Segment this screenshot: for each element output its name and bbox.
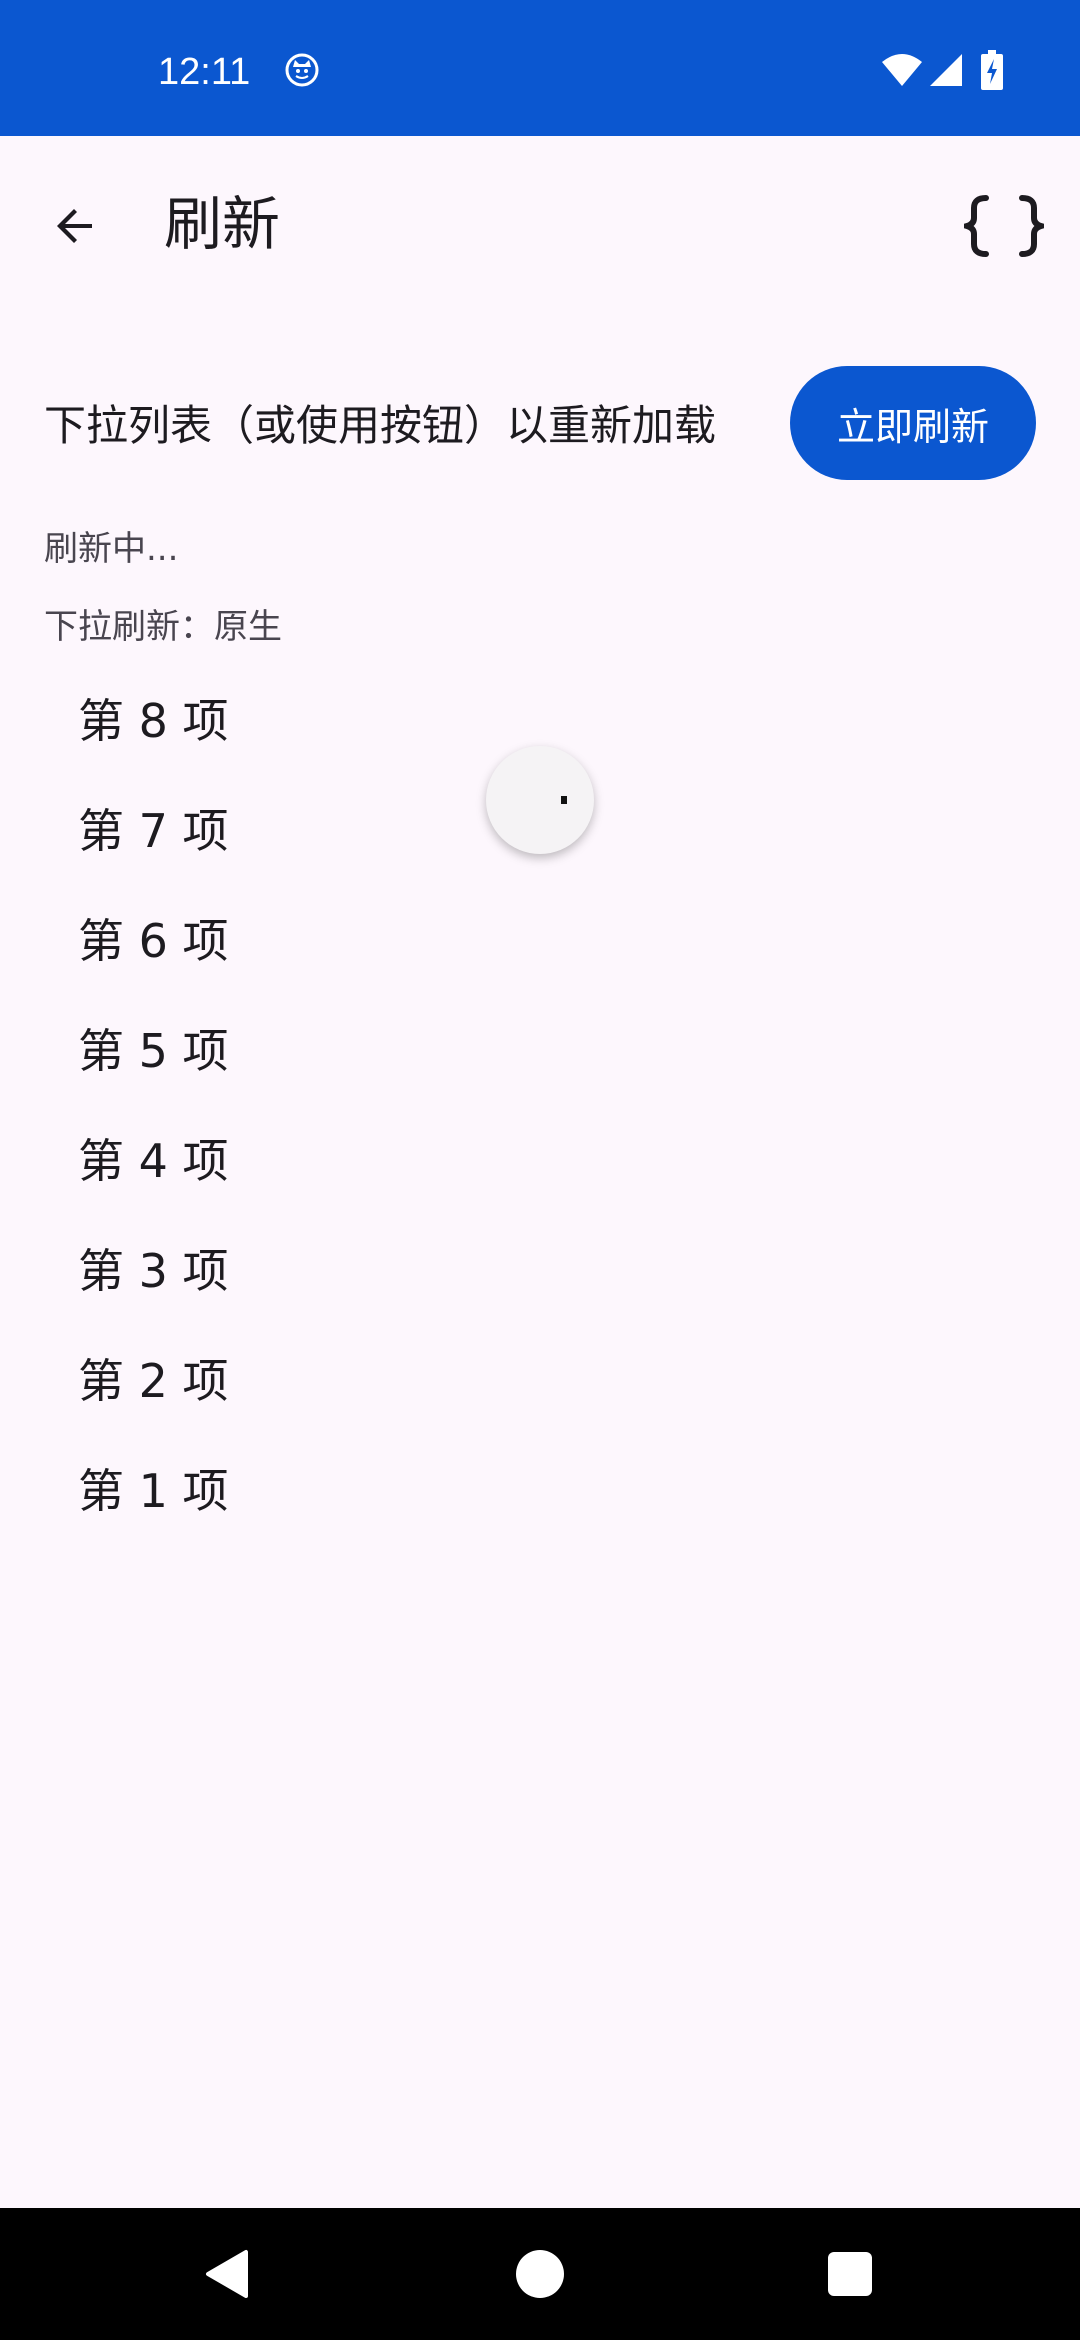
list-item[interactable]: 第 3 项 [0, 1216, 1080, 1326]
status-bar: 12:11 [0, 0, 1080, 136]
list-item[interactable]: 第 4 项 [0, 1106, 1080, 1216]
list-item[interactable]: 第 5 项 [0, 996, 1080, 1106]
top-app-bar: 刷新 [0, 136, 1080, 312]
page-title: 刷新 [164, 190, 281, 258]
nav-home-circle-icon[interactable] [516, 2250, 564, 2298]
list-item[interactable]: 第 2 项 [0, 1326, 1080, 1436]
arrow-back-icon [52, 202, 100, 254]
refreshing-status: 刷新中... [44, 529, 179, 569]
view-code-button[interactable] [956, 188, 1052, 268]
list-item[interactable]: 第 6 项 [0, 886, 1080, 996]
nav-back-triangle-icon[interactable] [202, 2248, 254, 2300]
list-item[interactable]: 第 1 项 [0, 1436, 1080, 1546]
nav-recents-square-icon[interactable] [828, 2252, 872, 2296]
cat-notification-icon [284, 52, 320, 88]
battery-charging-icon [980, 50, 1004, 90]
curly-braces-icon [956, 194, 1052, 262]
cell-signal-icon [928, 52, 964, 88]
wifi-icon [880, 52, 924, 88]
pull-refresh-indicator [486, 746, 594, 854]
status-time: 12:11 [158, 51, 251, 93]
system-navigation-bar [0, 2208, 1080, 2340]
pull-instruction-text: 下拉列表（或使用按钮）以重新加载 [44, 401, 717, 450]
pull-refresh-mode: 下拉刷新：原生 [44, 607, 282, 647]
refresh-now-button[interactable]: 立即刷新 [790, 366, 1036, 480]
loading-spinner-icon [561, 796, 567, 804]
back-button[interactable] [40, 192, 112, 264]
